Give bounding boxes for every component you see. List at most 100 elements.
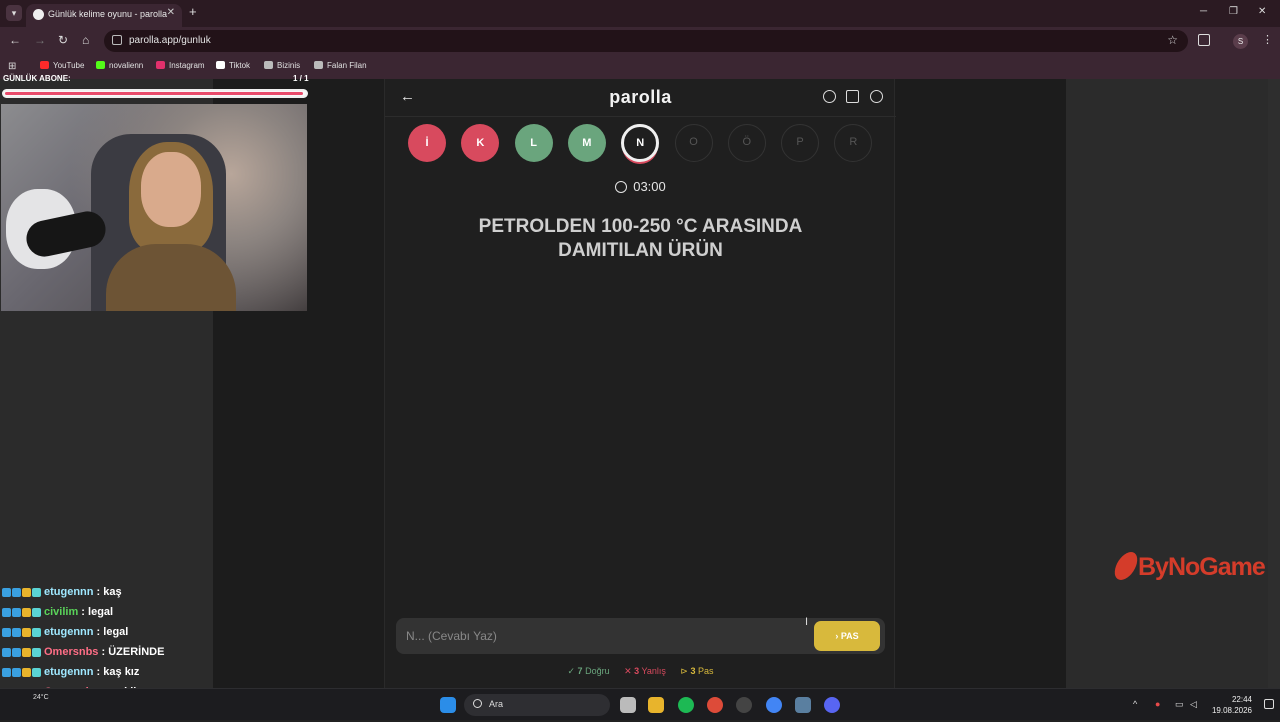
bookmark-label: Bizinis xyxy=(277,61,301,70)
chat-text: kaş kız xyxy=(103,666,140,678)
system-clock[interactable]: 22:44 19.08.2026 xyxy=(1208,694,1252,716)
apps-grid-icon[interactable]: ⊞ xyxy=(8,61,16,72)
spotify-icon[interactable] xyxy=(678,697,694,713)
game-header: ← parolla xyxy=(385,79,896,117)
timer-value: 03:00 xyxy=(633,179,666,194)
bookmark-label: YouTube xyxy=(53,61,85,70)
stats-chart-icon[interactable] xyxy=(846,90,860,103)
bookmark-item[interactable]: Instagram xyxy=(156,61,205,70)
bookmark-icon xyxy=(264,61,273,69)
badge-icon xyxy=(22,627,31,637)
address-bar-row: ← → ↻ ⌂ parolla.app/gunluk ☆ S ⋮ xyxy=(0,27,1280,55)
chat-separator: : xyxy=(93,626,104,638)
bookmark-item[interactable]: Falan Filan xyxy=(314,61,367,70)
start-button[interactable] xyxy=(440,697,456,713)
bookmark-item[interactable]: Bizinis xyxy=(264,61,300,70)
answer-box: › PAS xyxy=(396,618,885,654)
wrong-stat: ✕ 3 Yanlış xyxy=(624,666,666,676)
new-tab-button[interactable]: + xyxy=(189,4,197,19)
task-view-icon[interactable] xyxy=(620,697,636,713)
file-explorer-icon[interactable] xyxy=(648,697,664,713)
chat-message: Omersnbs : ÜZERİNDE xyxy=(2,642,212,662)
profile-avatar[interactable]: S xyxy=(1233,34,1248,49)
microphone-icon[interactable]: ● xyxy=(1155,699,1160,709)
chat-message: etugennn : kaş kız xyxy=(2,662,212,682)
tab-search-button[interactable]: ▾ xyxy=(6,5,22,21)
search-icon xyxy=(473,699,482,708)
letter-circle-wrong: K xyxy=(461,124,500,162)
badge-icon xyxy=(12,647,21,657)
back-icon[interactable]: ← xyxy=(9,33,21,47)
browser-tab[interactable]: Günlük kelime oyunu - parolla ✕ xyxy=(26,4,182,27)
badge-icon xyxy=(12,607,21,617)
bookmark-item[interactable]: novalienn xyxy=(96,61,143,70)
close-window-button[interactable]: ✕ xyxy=(1258,6,1266,17)
clock-date: 19.08.2026 xyxy=(1211,706,1252,715)
chat-separator: : xyxy=(98,646,109,658)
correct-stat: ✓ 7 Doğru xyxy=(567,666,610,676)
reload-icon[interactable]: ↻ xyxy=(58,33,68,47)
bookmark-icon xyxy=(156,61,165,69)
volume-icon[interactable]: ◁ xyxy=(1190,699,1197,710)
user-profile-icon[interactable] xyxy=(869,90,883,103)
chrome-icon[interactable] xyxy=(707,697,723,713)
bookmark-icon xyxy=(314,61,323,69)
weather-widget[interactable]: 24°C xyxy=(33,694,49,701)
restore-button[interactable]: ❐ xyxy=(1229,6,1238,17)
home-icon[interactable]: ⌂ xyxy=(82,33,89,47)
network-icon[interactable]: ▭ xyxy=(1175,699,1184,710)
letter-circle-right: M xyxy=(567,124,606,162)
badge-icon xyxy=(12,667,21,677)
badge-icon xyxy=(22,667,31,677)
extensions-icon[interactable] xyxy=(1198,34,1210,46)
bookmark-item[interactable]: Tiktok xyxy=(216,61,250,70)
badge-icon xyxy=(22,607,31,617)
scrollbar[interactable] xyxy=(1268,79,1280,688)
game-panel: ← parolla İKLMNOÖPR 03:00 PETROLDEN 100-… xyxy=(384,79,896,688)
sub-goal-label: GÜNLÜK ABONE: xyxy=(3,74,71,83)
bookmark-star-icon[interactable]: ☆ xyxy=(1167,33,1178,47)
bookmark-item[interactable]: YouTube xyxy=(40,61,84,70)
chat-username: civilim xyxy=(44,606,79,618)
timer: 03:00 xyxy=(385,179,896,194)
pass-stat: ⊳ 3 Pas xyxy=(680,666,714,676)
badge-icon xyxy=(32,667,41,677)
pass-label: PAS xyxy=(840,631,859,641)
letter-circle-pend: O xyxy=(674,124,713,162)
url-field[interactable]: parolla.app/gunluk ☆ xyxy=(104,30,1188,52)
pass-button[interactable]: › PAS xyxy=(814,621,880,651)
discord-icon[interactable] xyxy=(824,697,840,713)
chat-badges xyxy=(2,607,41,617)
taskbar-search[interactable]: Ara xyxy=(464,694,610,716)
tab-close-icon[interactable]: ✕ xyxy=(167,7,175,18)
url-text: parolla.app/gunluk xyxy=(129,35,211,46)
chat-text: ÜZERİNDE xyxy=(108,646,165,658)
letter-circle-pend: R xyxy=(834,124,873,162)
bookmark-label: Instagram xyxy=(169,61,205,70)
letter-track: İKLMNOÖPR xyxy=(408,124,878,164)
menu-kebab-icon[interactable]: ⋮ xyxy=(1262,33,1273,46)
chrome-active-icon[interactable] xyxy=(766,697,782,713)
header-icons xyxy=(817,90,883,108)
minimize-button[interactable]: ─ xyxy=(1200,6,1207,17)
answer-input[interactable] xyxy=(406,627,796,645)
notification-icon[interactable] xyxy=(1264,699,1274,709)
clock-icon xyxy=(615,181,628,193)
forward-icon[interactable]: → xyxy=(34,33,46,47)
info-icon[interactable] xyxy=(823,90,836,103)
letter-circle-cur: N xyxy=(621,124,660,162)
chat-text: legal xyxy=(103,626,129,638)
badge-icon xyxy=(32,627,41,637)
app2-icon[interactable] xyxy=(795,697,811,713)
sub-goal-count: 1 / 1 xyxy=(293,74,309,83)
chevron-right-icon: › xyxy=(835,631,839,641)
chat-message: etugennn : kaş xyxy=(2,582,212,602)
bynogame-watermark: ByNoGame xyxy=(1110,552,1266,582)
tray-chevron-icon[interactable]: ^ xyxy=(1133,699,1137,709)
badge-icon xyxy=(22,647,31,657)
app-icon[interactable] xyxy=(736,697,752,713)
site-info-icon[interactable] xyxy=(112,35,122,45)
letter-circle-pend: Ö xyxy=(727,124,766,162)
chat-username: etugennn xyxy=(44,586,94,598)
badge-icon xyxy=(2,667,11,677)
